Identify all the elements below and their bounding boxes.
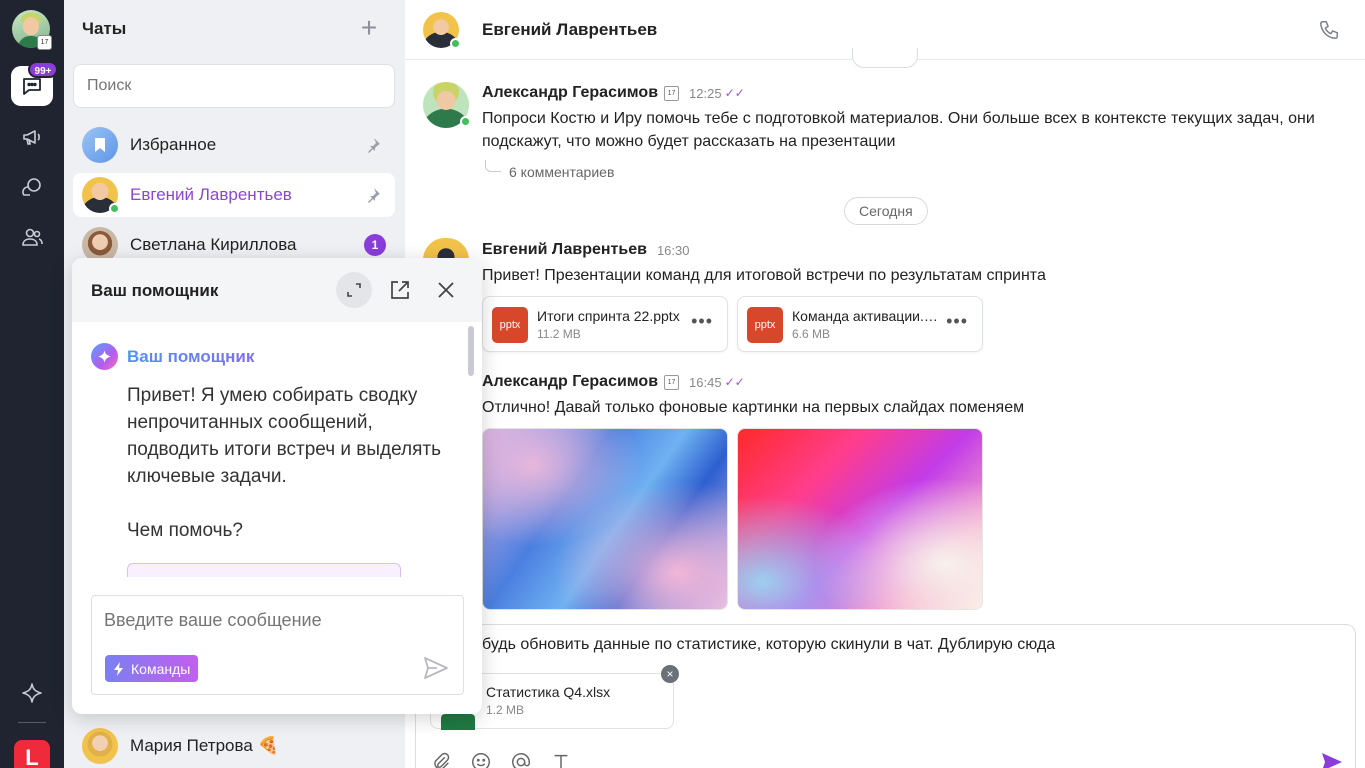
bookmark-icon [95, 138, 105, 152]
chat-name: Избранное [130, 135, 217, 154]
file-attachment[interactable]: pptx Команда активации.pptx 6.6 MB ••• [737, 296, 983, 352]
author-name[interactable]: Александр Герасимов [482, 373, 658, 391]
chat-name: Светлана Кириллова [130, 235, 297, 254]
online-indicator [109, 203, 120, 214]
phone-icon[interactable] [1318, 19, 1340, 41]
send-icon[interactable] [423, 656, 449, 680]
calendar-icon: 17 [664, 85, 680, 101]
chat-item-favorites[interactable]: Избранное [73, 123, 395, 167]
chat-main: Евгений Лаврентьев Александр Герасимов 1… [405, 0, 1365, 768]
commands-label: Команды [131, 660, 191, 677]
avatar [82, 177, 120, 214]
message-text: Отлично! Давай только фоновые картинки н… [482, 399, 1025, 416]
read-checkmarks-icon: ✓✓ [724, 86, 745, 100]
paperclip-icon[interactable] [430, 751, 452, 768]
chat-item-maria[interactable]: Мария Петрова 🍕 [73, 724, 395, 768]
left-rail: 17 99+ L [0, 0, 64, 768]
date-divider [852, 48, 918, 68]
unread-badge: 1 [364, 234, 386, 256]
external-link-icon [391, 281, 409, 299]
pptx-file-icon: pptx [492, 307, 528, 343]
pin-icon[interactable] [365, 187, 381, 203]
thread-line [485, 160, 501, 172]
suggestion-chip[interactable] [127, 563, 401, 577]
file-size: 6.6 MB [792, 327, 831, 341]
assistant-popup: Ваш помощник Ваш помощник Привет! Я умею… [72, 258, 482, 714]
message-time: 16:45 [689, 374, 722, 390]
message-time: 16:30 [656, 242, 690, 258]
close-button[interactable] [428, 272, 464, 308]
search-input[interactable] [73, 64, 395, 108]
rail-divider [18, 722, 46, 723]
online-indicator [450, 38, 461, 49]
pin-icon[interactable] [365, 137, 381, 153]
assistant-message-input[interactable] [104, 610, 444, 631]
more-options-icon[interactable]: ••• [691, 311, 713, 332]
author-name[interactable]: Евгений Лаврентьев [482, 241, 647, 259]
chat-name: Евгений Лаврентьев [130, 185, 292, 204]
assistant-input-box: Команды [91, 595, 464, 695]
text-format-icon[interactable] [550, 751, 572, 768]
online-indicator [460, 116, 471, 127]
sparkle-icon [98, 350, 111, 363]
xlsx-file-icon [441, 714, 475, 730]
chat-name: Мария Петрова 🍕 [130, 736, 279, 755]
lightning-icon [114, 661, 123, 676]
expand-button[interactable] [336, 272, 372, 308]
pptx-file-icon: pptx [747, 307, 783, 343]
assistant-greeting: Привет! Я умею собирать сводку непрочита… [127, 385, 442, 487]
chat-item-evgeny[interactable]: Евгений Лаврентьев [73, 173, 395, 217]
assistant-question: Чем помочь? [127, 520, 244, 541]
open-external-button[interactable] [382, 272, 418, 308]
contact-name: Евгений Лаврентьев [482, 20, 658, 39]
image-attachment[interactable] [482, 428, 728, 610]
file-name: Команда активации.pptx [792, 308, 942, 324]
file-name: Итоги спринта 22.pptx [537, 308, 680, 324]
emoji-icon[interactable] [470, 751, 492, 768]
chats-title: Чаты [82, 19, 127, 38]
scrollbar[interactable] [468, 326, 474, 376]
calendar-icon: 17 [664, 374, 680, 390]
message-text: Попроси Костю и Иру помочь тебе с подгот… [482, 110, 1315, 150]
megaphone-icon[interactable] [20, 125, 44, 149]
contact-avatar[interactable] [423, 12, 461, 49]
commands-button[interactable]: Команды [105, 655, 199, 682]
app-logo: L [14, 740, 50, 768]
contacts-icon[interactable] [20, 225, 44, 249]
message-header: Евгений Лаврентьев 16:30 [482, 241, 690, 259]
file-name: Статистика Q4.xlsx [486, 684, 611, 700]
message-header: Александр Герасимов 17 16:45 ✓✓ [482, 373, 745, 391]
unread-count-badge: 99+ [28, 61, 58, 78]
send-icon[interactable] [1320, 751, 1344, 768]
assistant-title: Ваш помощник [91, 281, 219, 300]
expand-icon [347, 283, 361, 297]
calendar-status-icon: 17 [37, 35, 52, 50]
remove-attachment-button[interactable]: × [661, 665, 679, 683]
new-chat-button[interactable]: + [357, 14, 381, 42]
avatar [82, 728, 118, 764]
threads-icon[interactable] [20, 175, 44, 199]
date-divider: Сегодня [844, 197, 928, 225]
read-checkmarks-icon: ✓✓ [724, 375, 745, 389]
file-size: 1.2 MB [486, 703, 525, 717]
assistant-name: Ваш помощник [127, 347, 255, 366]
comments-link[interactable]: 6 комментариев [509, 164, 614, 180]
sparkle-ai-icon[interactable] [20, 681, 44, 705]
composer-toolbar [430, 751, 572, 768]
composer-text[interactable]: будь обновить данные по статистике, кото… [482, 636, 1055, 654]
message-time: 12:25 [689, 85, 722, 101]
more-options-icon[interactable]: ••• [946, 311, 968, 332]
file-attachment[interactable]: pptx Итоги спринта 22.pptx 11.2 MB ••• [482, 296, 728, 352]
bookmark-avatar [82, 127, 118, 163]
message-composer[interactable]: будь обновить данные по статистике, кото… [415, 624, 1356, 768]
assistant-avatar [91, 343, 118, 370]
mention-icon[interactable] [510, 751, 532, 768]
close-icon [438, 282, 454, 298]
avatar[interactable] [423, 238, 469, 260]
image-attachment[interactable] [737, 428, 983, 610]
message-header: Александр Герасимов 17 12:25 ✓✓ [482, 84, 745, 102]
file-size: 11.2 MB [537, 327, 581, 341]
author-name[interactable]: Александр Герасимов [482, 84, 658, 102]
message-text: Привет! Презентации команд для итоговой … [482, 267, 1046, 284]
